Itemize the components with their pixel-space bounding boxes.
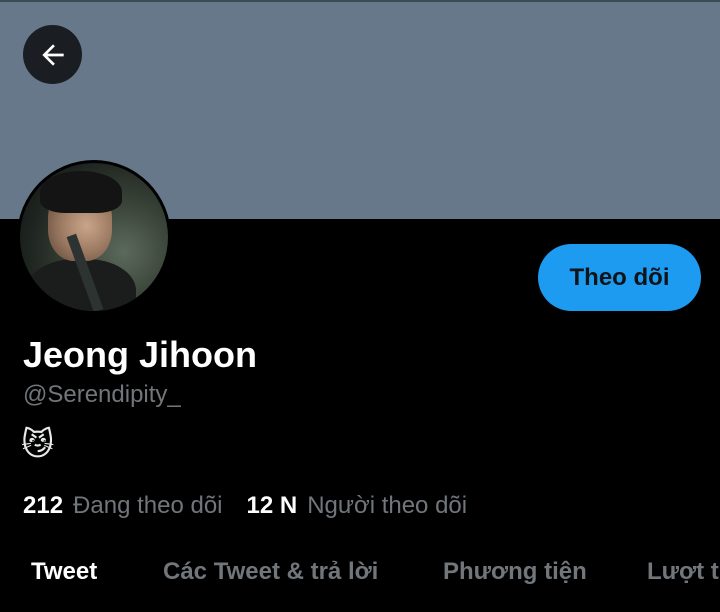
follow-button[interactable]: Theo dõi — [538, 244, 701, 311]
tab-media[interactable]: Phương tiện — [443, 558, 587, 586]
bio-emoji: 😼 — [21, 426, 55, 462]
following-count[interactable]: 212 — [23, 492, 63, 520]
arrow-left-icon — [41, 43, 64, 66]
tab-likes[interactable]: Lượt thích — [647, 558, 720, 586]
profile-tabs: Tweet Các Tweet & trả lời Phương tiện Lư… — [0, 552, 720, 612]
back-button[interactable] — [23, 25, 82, 84]
user-handle: @Serendipity_ — [23, 381, 181, 408]
avatar-image — [20, 163, 168, 311]
tab-tweets-and-replies[interactable]: Các Tweet & trả lời — [163, 558, 378, 586]
profile-stats: 212 Đang theo dõi 12 N Người theo dõi — [23, 492, 467, 520]
profile-screen: Theo dõi Jeong Jihoon @Serendipity_ 😼 21… — [0, 0, 720, 612]
following-label[interactable]: Đang theo dõi — [73, 492, 222, 520]
followers-count[interactable]: 12 N — [247, 492, 298, 520]
avatar[interactable] — [17, 160, 171, 314]
display-name: Jeong Jihoon — [23, 334, 257, 375]
followers-label[interactable]: Người theo dõi — [307, 492, 467, 520]
tab-tweets[interactable]: Tweet — [31, 558, 97, 586]
